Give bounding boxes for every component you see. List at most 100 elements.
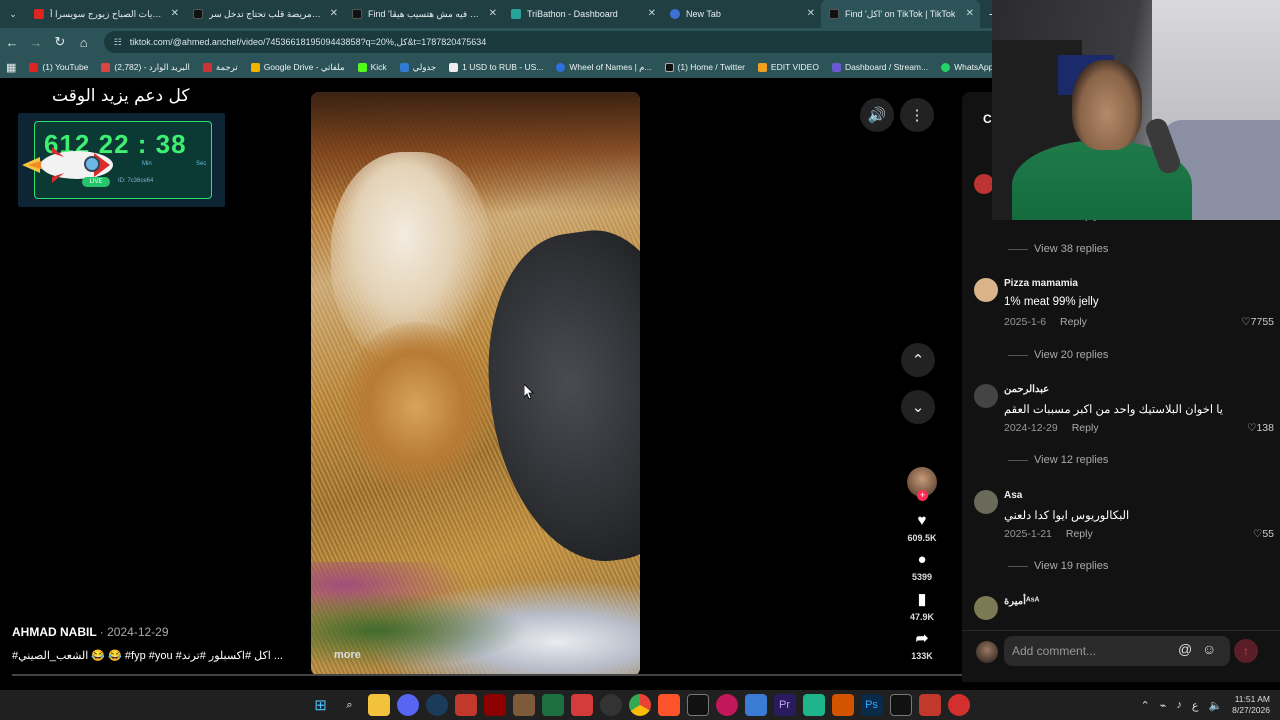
close-tab-icon[interactable]: ✕ — [171, 8, 179, 19]
capcut-icon[interactable] — [686, 694, 709, 716]
mention-at-icon[interactable]: @ — [1178, 641, 1192, 657]
video-progress-bar[interactable] — [12, 674, 972, 676]
file-explorer-icon[interactable] — [367, 694, 390, 716]
view-replies-link[interactable]: View 19 replies — [1008, 560, 1108, 572]
view-replies-link[interactable]: View 38 replies — [1008, 243, 1108, 255]
bookmark-wheel-of-names[interactable]: Wheel of Names | م... — [556, 62, 652, 73]
home-icon[interactable]: ⌂ — [72, 35, 96, 50]
steam-icon[interactable] — [425, 694, 448, 716]
browser-tab-3[interactable]: Find 'لاسك فيه مش هتسيب هيڤا' ✕ — [344, 0, 503, 28]
reply-link[interactable]: Reply — [1072, 422, 1099, 434]
bookmark-twitter[interactable]: (1) Home / Twitter — [664, 62, 745, 72]
video-author[interactable]: AHMAD NABIL · 2024-12-29 — [12, 625, 169, 639]
play-app-icon[interactable] — [744, 694, 767, 716]
reply-link[interactable]: Reply — [1060, 316, 1087, 328]
calendar-app-icon[interactable] — [918, 694, 941, 716]
save-button[interactable]: ▮ 47.9K — [903, 590, 941, 622]
close-tab-icon[interactable]: ✕ — [966, 8, 974, 19]
bookmark-dashboard-stream[interactable]: Dashboard / Stream... — [831, 62, 928, 72]
creator-avatar[interactable]: + — [907, 467, 937, 501]
view-replies-link[interactable]: View 20 replies — [1008, 349, 1108, 361]
red-app-icon[interactable] — [483, 694, 506, 716]
like-count: 609.5K — [907, 533, 937, 543]
commenter-name[interactable]: Pizza mamamia — [1004, 278, 1078, 289]
premiere-pro-icon[interactable]: Pr — [773, 694, 796, 716]
next-video-chevron-down-icon[interactable]: ⌄ — [901, 390, 935, 424]
bookmark-google-drive[interactable]: Google Drive - ملفاتي — [250, 62, 345, 73]
share-button[interactable]: ➦ 133K — [903, 629, 941, 661]
recorder-icon[interactable] — [715, 694, 738, 716]
like-button[interactable]: ♥ 609.5K — [903, 512, 941, 543]
green-app-icon[interactable] — [802, 694, 825, 716]
commenter-avatar[interactable] — [974, 174, 994, 194]
brave-icon[interactable] — [657, 694, 680, 716]
close-tab-icon[interactable]: ✕ — [489, 8, 497, 19]
microphone-tray-icon[interactable]: ♪ — [1176, 699, 1182, 711]
commenter-avatar[interactable] — [974, 490, 998, 514]
commenter-avatar[interactable] — [974, 596, 998, 620]
volume-icon[interactable]: 🔊 — [860, 98, 894, 132]
bookmark-kick[interactable]: Kick — [357, 62, 387, 72]
author-name[interactable]: AHMAD NABIL — [12, 625, 96, 639]
browser-tab-2[interactable]: امرأة مريضة قلب تحتاج تدخل سر ✕ — [185, 0, 344, 28]
obs-icon[interactable] — [599, 694, 622, 716]
reply-link[interactable]: Reply — [1066, 528, 1093, 540]
bookmark-schedule[interactable]: جدولي — [399, 62, 436, 73]
site-info-icon[interactable]: ☷ — [114, 37, 122, 48]
comment-likes[interactable]: ♡55 — [1253, 528, 1274, 540]
back-arrow-icon[interactable]: ← — [0, 35, 24, 50]
apps-grid-icon[interactable]: ▦ — [6, 61, 16, 74]
network-icon[interactable]: ⌁ — [1160, 699, 1167, 712]
bookmark-mail[interactable]: (2,782) - البريد الوارد — [101, 62, 190, 73]
browser-tab-5[interactable]: New Tab ✕ — [662, 0, 821, 28]
follow-plus-icon[interactable]: + — [917, 490, 928, 501]
tab-search-chevron-icon[interactable]: ⌄ — [0, 9, 26, 20]
view-replies-link[interactable]: View 12 replies — [1008, 454, 1108, 466]
volume-tray-icon[interactable]: 🔈 — [1208, 699, 1222, 712]
comment-likes[interactable]: ♡7755 — [1241, 316, 1274, 328]
photoshop-icon[interactable]: Ps — [860, 694, 883, 716]
photo-app-icon[interactable] — [570, 694, 593, 716]
close-tab-icon[interactable]: ✕ — [807, 8, 815, 19]
search-icon[interactable]: ⌕ — [339, 694, 361, 716]
add-comment-input[interactable]: Add comment... — [1004, 636, 1230, 666]
chrome-icon[interactable] — [628, 694, 651, 716]
bookmark-edit-video[interactable]: EDIT VIDEO — [757, 62, 819, 72]
comment-likes[interactable]: ♡138 — [1247, 422, 1274, 434]
clock[interactable]: 11:51 AM 8/27/2026 — [1232, 694, 1270, 716]
sparkle-app-icon[interactable] — [831, 694, 854, 716]
media-app-icon[interactable] — [454, 694, 477, 716]
commenter-avatar[interactable] — [974, 384, 998, 408]
commenter-avatar[interactable] — [974, 278, 998, 302]
game-app-icon[interactable] — [512, 694, 535, 716]
windows-start-icon[interactable]: ⊞ — [310, 694, 332, 716]
caption-more-link[interactable]: more — [334, 649, 361, 661]
bookmark-youtube[interactable]: (1) YouTube — [29, 62, 88, 72]
excel-icon[interactable] — [541, 694, 564, 716]
bookmark-whatsapp[interactable]: WhatsApp — [941, 62, 993, 72]
browser-tab-1[interactable]: فيروزيات الصباح زيورج سويسرا أ ✕ — [26, 0, 185, 28]
emoji-icon[interactable]: ☺ — [1202, 641, 1216, 657]
bookmark-usd-rub[interactable]: 1 USD to RUB - US... — [449, 62, 543, 72]
more-options-icon[interactable]: ⋮ — [900, 98, 934, 132]
commenter-name[interactable]: Aѕa — [1004, 490, 1022, 501]
discord-icon[interactable] — [396, 694, 419, 716]
reload-icon[interactable]: ↻ — [48, 34, 72, 50]
tiktok-app-icon[interactable] — [889, 694, 912, 716]
video-player[interactable] — [311, 92, 640, 676]
send-arrow-icon[interactable]: ↑ — [1234, 639, 1258, 663]
commenter-name[interactable]: عبدالرحمن — [1004, 384, 1049, 395]
language-indicator[interactable]: ع — [1192, 699, 1199, 712]
bookmark-translate[interactable]: ترجمة — [202, 62, 238, 73]
previous-video-chevron-up-icon[interactable]: ⌃ — [901, 343, 935, 377]
browser-tab-6-active[interactable]: Find 'اكل' on TikTok | TikTok ✕ — [821, 0, 980, 28]
browser-tab-4[interactable]: TriBathon - Dashboard ✕ — [503, 0, 662, 28]
comments-tab[interactable]: C — [983, 112, 992, 126]
close-tab-icon[interactable]: ✕ — [330, 8, 338, 19]
red-circle-app-icon[interactable] — [947, 694, 970, 716]
tray-chevron-icon[interactable]: ⌃ — [1141, 699, 1150, 712]
comment-button[interactable]: ● 5399 — [903, 551, 941, 582]
close-tab-icon[interactable]: ✕ — [648, 8, 656, 19]
forward-arrow-icon[interactable]: → — [24, 35, 48, 50]
commenter-name[interactable]: أميرةᴬˢᴬ — [1004, 596, 1039, 607]
